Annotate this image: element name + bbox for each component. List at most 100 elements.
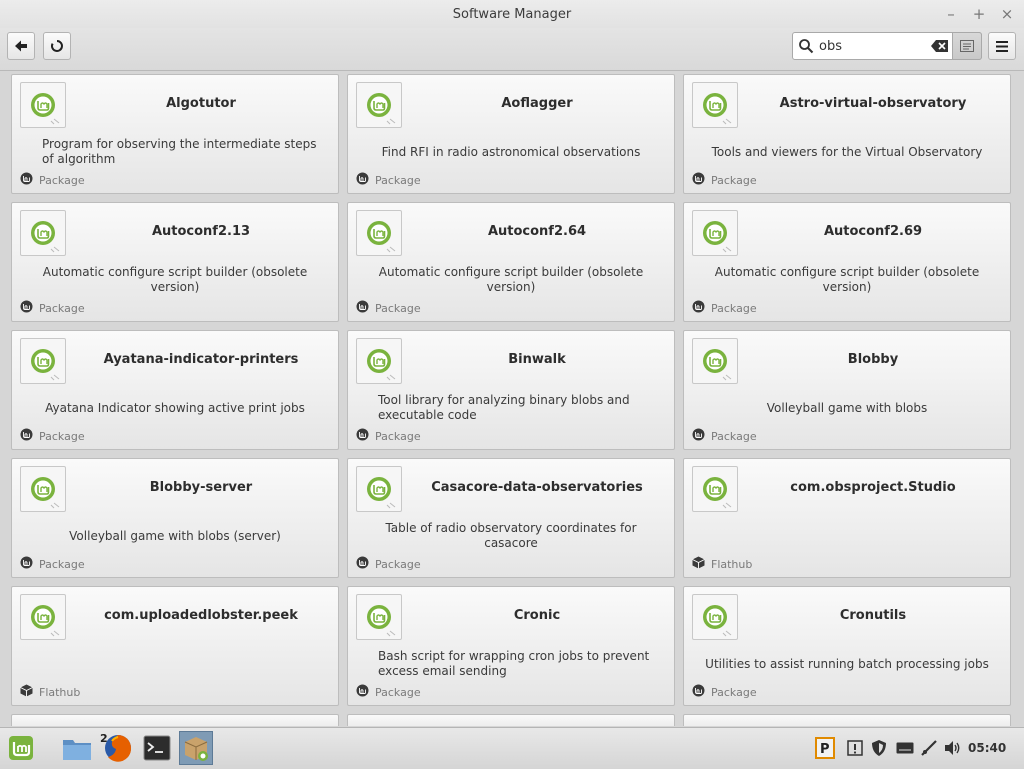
app-card[interactable]: Aoflagger Find RFI in radio astronomical … [347, 74, 675, 194]
volume-icon[interactable] [943, 738, 963, 758]
origin-label: Package [692, 172, 757, 187]
keyboard-icon[interactable] [895, 738, 915, 758]
app-card[interactable]: Casacore-data-observatories Table of radi… [347, 458, 675, 578]
app-summary: Ayatana Indicator showing active print j… [45, 400, 305, 415]
origin-text: Package [375, 685, 421, 699]
app-summary: Tools and viewers for the Virtual Observ… [711, 144, 983, 159]
maximize-icon[interactable]: + [969, 4, 989, 24]
app-card[interactable]: Astro-virtual-observatory Tools and viewe… [683, 74, 1011, 194]
parcellite-icon[interactable]: P [814, 736, 836, 760]
origin-label: Package [692, 684, 757, 700]
package-icon [356, 172, 375, 188]
search-icon [799, 39, 814, 54]
app-card[interactable]: Autoconf2.69 Automatic configure script b… [683, 202, 1011, 322]
origin-label: Package [20, 556, 85, 572]
package-icon [692, 428, 711, 444]
search-input[interactable] [819, 37, 919, 55]
origin-text: Package [39, 429, 85, 443]
back-button[interactable] [7, 32, 35, 60]
terminal-icon[interactable] [140, 731, 174, 765]
app-icon [356, 82, 402, 128]
taskbar: 2 P 05:40 [0, 727, 1024, 769]
package-icon [20, 556, 39, 572]
app-summary: Volleyball game with blobs (server) [69, 528, 281, 543]
app-card[interactable]: Autoconf2.64 Automatic configure script b… [347, 202, 675, 322]
linux-mint-menu-icon[interactable] [4, 731, 38, 765]
app-name: Casacore-data-observatories [431, 480, 643, 495]
package-icon [356, 684, 375, 700]
app-icon [356, 466, 402, 512]
close-icon[interactable]: × [997, 4, 1017, 24]
app-card[interactable]: Cronutils Utilities to assist running bat… [683, 586, 1011, 706]
app-name: Autoconf2.69 [823, 224, 923, 239]
app-icon [692, 210, 738, 256]
package-icon [356, 300, 375, 316]
package-icon [356, 428, 375, 444]
app-icon [356, 594, 402, 640]
app-name: Ayatana-indicator-printers [103, 352, 299, 367]
files-icon[interactable] [60, 731, 94, 765]
origin-label: Package [356, 172, 421, 188]
app-name: Algotutor [166, 96, 236, 111]
software-manager-icon[interactable] [179, 731, 213, 765]
app-name: com.obsproject.Studio [790, 480, 956, 495]
origin-text: Package [711, 685, 757, 699]
package-icon [356, 556, 375, 572]
clock[interactable]: 05:40 [968, 741, 1006, 755]
origin-text: Package [375, 429, 421, 443]
shield-icon[interactable] [869, 738, 889, 758]
origin-label: Package [356, 428, 421, 444]
origin-label: Flathub [692, 556, 752, 571]
app-icon [692, 82, 738, 128]
network-icon[interactable] [919, 738, 939, 758]
app-card-partial[interactable] [347, 714, 675, 726]
app-icon [356, 338, 402, 384]
origin-label: Package [356, 556, 421, 572]
text-search-icon [960, 40, 974, 52]
package-icon [692, 300, 711, 316]
flathub-icon [20, 684, 39, 700]
title-bar: Software Manager – + × [0, 0, 1024, 29]
origin-text: Package [711, 173, 757, 187]
origin-label: Flathub [20, 684, 80, 700]
app-card[interactable]: Cronic Bash script for wrapping cron jobs… [347, 586, 675, 706]
package-icon [692, 684, 711, 700]
search-box[interactable] [792, 32, 982, 60]
app-card[interactable]: Algotutor Program for observing the inter… [11, 74, 339, 194]
app-icon [356, 210, 402, 256]
app-name: Astro-virtual-observatory [779, 96, 967, 111]
app-card[interactable]: Blobby Volleyball game with blobs Package [683, 330, 1011, 450]
app-card[interactable]: com.obsproject.Studio Flathub [683, 458, 1011, 578]
app-icon [20, 210, 66, 256]
package-icon [20, 428, 39, 444]
update-notifier-icon[interactable] [845, 738, 865, 758]
origin-text: Package [375, 301, 421, 315]
firefox-window-count: 2 [100, 732, 108, 745]
app-name: Aoflagger [501, 96, 573, 111]
app-summary: Find RFI in radio astronomical observati… [381, 144, 641, 159]
origin-label: Package [692, 300, 757, 316]
app-card[interactable]: Autoconf2.13 Automatic configure script b… [11, 202, 339, 322]
app-name: Cronutils [839, 608, 907, 623]
app-summary: Volleyball game with blobs [766, 400, 928, 415]
app-card-partial[interactable] [683, 714, 1011, 726]
app-card[interactable]: com.uploadedlobster.peek Flathub [11, 586, 339, 706]
origin-text: Package [711, 429, 757, 443]
back-arrow-icon [15, 40, 27, 52]
results-grid: Algotutor Program for observing the inter… [0, 71, 1024, 726]
origin-text: Package [39, 557, 85, 571]
app-card[interactable]: Blobby-server Volleyball game with blobs … [11, 458, 339, 578]
menu-button[interactable] [988, 32, 1016, 60]
origin-text: Package [39, 173, 85, 187]
minimize-icon[interactable]: – [941, 4, 961, 24]
app-card-partial[interactable] [11, 714, 339, 726]
origin-label: Package [20, 172, 85, 187]
refresh-button[interactable] [43, 32, 71, 60]
app-card[interactable]: Binwalk Tool library for analyzing binary… [347, 330, 675, 450]
clear-search-icon[interactable] [931, 39, 949, 53]
app-name: Cronic [513, 608, 561, 623]
app-card[interactable]: Ayatana-indicator-printers Ayatana Indica… [11, 330, 339, 450]
app-name: com.uploadedlobster.peek [104, 608, 298, 623]
search-mode-button[interactable] [952, 32, 982, 60]
origin-text: Package [375, 557, 421, 571]
